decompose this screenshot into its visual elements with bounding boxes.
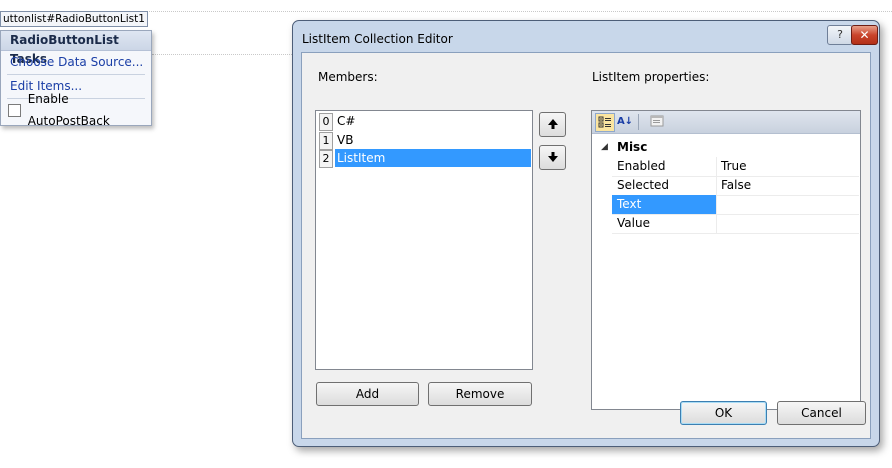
member-item-csharp[interactable]: 0 C# (317, 112, 531, 131)
member-item-listitem[interactable]: 2 ListItem (317, 149, 531, 168)
property-name: Enabled (617, 159, 666, 173)
category-label: Misc (617, 140, 648, 154)
property-row-enabled[interactable]: Enabled True (612, 157, 859, 177)
property-grid[interactable]: A↓ ◢ Misc Enabled True Selected False Te… (591, 110, 861, 410)
dialog-content: Members: 0 C# 1 VB 2 ListItem Add Remove… (301, 52, 871, 439)
design-surface-border (152, 54, 292, 55)
close-button[interactable]: ✕ (851, 25, 878, 45)
property-row-value[interactable]: Value (612, 214, 859, 234)
smart-tag-tasks-panel: RadioButtonList Tasks Choose Data Source… (0, 30, 152, 128)
move-down-button[interactable] (539, 145, 566, 170)
help-button[interactable]: ? (827, 25, 853, 45)
help-icon: ? (837, 28, 843, 41)
arrow-up-icon (547, 119, 558, 129)
tasks-panel-title: RadioButtonList Tasks (1, 31, 151, 66)
property-name: Selected (617, 178, 670, 192)
categorized-icon (598, 116, 611, 128)
member-index: 1 (319, 132, 333, 150)
member-text: ListItem (335, 149, 531, 167)
categorized-button[interactable] (595, 113, 615, 132)
dialog-titlebar[interactable]: ListItem Collection Editor ? ✕ (293, 21, 879, 53)
property-name: Value (617, 216, 650, 230)
listitem-collection-editor-dialog: ListItem Collection Editor ? ✕ Members: … (292, 20, 880, 447)
property-pages-button[interactable] (648, 113, 666, 130)
property-row-selected[interactable]: Selected False (612, 176, 859, 196)
property-name: Text (612, 195, 716, 214)
enable-autopostback-option[interactable]: Enable AutoPostBack (1, 92, 151, 128)
member-item-vb[interactable]: 1 VB (317, 131, 531, 150)
collapse-triangle-icon[interactable]: ◢ (601, 138, 608, 156)
ok-button[interactable]: OK (680, 401, 767, 425)
divider (716, 176, 717, 195)
divider (716, 195, 717, 214)
choose-data-source-link[interactable]: Choose Data Source... (1, 51, 151, 74)
control-tag[interactable]: uttonlist#RadioButtonList1 (0, 11, 148, 27)
members-label: Members: (318, 70, 378, 84)
enable-autopostback-checkbox[interactable] (8, 103, 21, 117)
member-index: 2 (319, 150, 333, 168)
property-grid-toolbar: A↓ (592, 111, 860, 134)
cancel-button[interactable]: Cancel (777, 401, 866, 425)
property-value[interactable]: True (721, 157, 747, 176)
member-text: VB (337, 133, 354, 147)
divider (716, 157, 717, 176)
property-value[interactable]: False (721, 176, 751, 195)
category-misc[interactable]: ◢ Misc (592, 138, 860, 156)
remove-button[interactable]: Remove (428, 382, 532, 406)
enable-autopostback-label: Enable AutoPostBack (27, 92, 110, 128)
alphabetical-icon: A↓ (616, 116, 634, 127)
dialog-title: ListItem Collection Editor (302, 32, 453, 46)
listitem-properties-label: ListItem properties: (592, 70, 710, 84)
alphabetical-button[interactable]: A↓ (616, 113, 634, 130)
property-row-text[interactable]: Text (612, 195, 859, 215)
arrow-down-icon (547, 152, 558, 162)
add-button[interactable]: Add (316, 382, 419, 406)
member-text: C# (337, 114, 356, 128)
member-index: 0 (319, 113, 333, 131)
divider (716, 214, 717, 233)
members-list[interactable]: 0 C# 1 VB 2 ListItem (315, 110, 533, 370)
property-pages-icon (650, 115, 664, 127)
toolbar-separator (638, 114, 639, 130)
close-icon: ✕ (859, 28, 870, 42)
move-up-button[interactable] (539, 112, 566, 137)
